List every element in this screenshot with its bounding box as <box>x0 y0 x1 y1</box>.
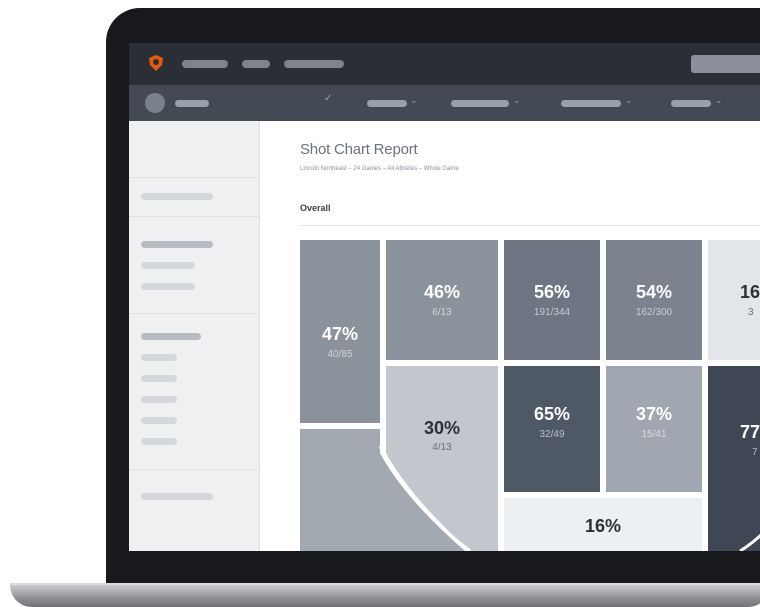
section-heading: Overall <box>300 203 331 213</box>
shot-zone-left-wing-three[interactable]: 30% 4/13 <box>386 366 498 496</box>
sidebar-item[interactable] <box>141 396 177 403</box>
sidebar-divider <box>129 469 259 470</box>
sidebar-item[interactable] <box>141 493 213 500</box>
section-divider <box>300 225 760 226</box>
sidebar-item[interactable] <box>141 283 195 290</box>
zone-made-attempted: 15/41 <box>641 429 667 440</box>
account-button[interactable] <box>691 55 760 73</box>
zone-percentage: 46% <box>423 282 461 302</box>
zone-percentage: 54% <box>635 282 673 302</box>
shot-zone-left-corner[interactable]: 47% 40/85 <box>300 240 380 423</box>
nav-item-2[interactable] <box>242 60 270 68</box>
sidebar-divider <box>129 216 259 217</box>
zone-made-attempted: 4/13 <box>432 442 452 453</box>
filter-dropdown-1[interactable] <box>367 100 407 107</box>
shot-zone-right-upper[interactable]: 16 3 <box>708 240 760 360</box>
chevron-down-icon[interactable]: ⌄ <box>715 95 723 106</box>
sidebar-divider <box>129 313 259 314</box>
zone-percentage: 30% <box>423 418 461 438</box>
sidebar <box>129 121 260 551</box>
filter-dropdown-3[interactable] <box>561 100 621 107</box>
page-title: Shot Chart Report <box>300 141 418 158</box>
zone-made-attempted: 6/13 <box>432 307 452 318</box>
shot-zone-right-lower[interactable]: 77 7 <box>708 366 760 551</box>
filter-dropdown-2[interactable] <box>451 100 509 107</box>
chevron-down-icon[interactable]: ⌄ <box>513 95 521 106</box>
team-name[interactable] <box>175 100 209 107</box>
zone-made-attempted: 32/49 <box>539 429 565 440</box>
nav-item-1[interactable] <box>182 60 228 68</box>
zone-percentage: 65% <box>533 404 571 424</box>
shot-chart: 47% 40/85 46% 6/13 56% 191/344 54% 162/3… <box>300 237 760 551</box>
shot-zone-top-key[interactable]: 54% 162/300 <box>606 240 702 360</box>
sidebar-item[interactable] <box>141 333 201 340</box>
chevron-down-icon[interactable]: ⌄ <box>410 95 418 106</box>
chevron-down-icon[interactable]: ⌄ <box>625 95 633 106</box>
sidebar-item[interactable] <box>141 438 177 445</box>
zone-made-attempted: 3 <box>748 307 754 318</box>
zone-percentage: 77 <box>740 422 760 442</box>
laptop-base <box>10 585 760 607</box>
check-icon[interactable]: ✓ <box>324 93 332 104</box>
nav-item-3[interactable] <box>284 60 344 68</box>
zone-percentage: 16% <box>584 516 622 536</box>
sidebar-item[interactable] <box>141 193 213 200</box>
zone-made-attempted: 162/300 <box>635 307 673 318</box>
laptop-screen: ✓ ⌄ ⌄ ⌄ ⌄ Shot Chart Report Lincoln Nort… <box>129 43 760 551</box>
shield-logo-icon[interactable] <box>147 54 165 72</box>
zone-percentage: 47% <box>321 324 359 344</box>
zone-made-attempted: 191/344 <box>533 307 571 318</box>
sidebar-item[interactable] <box>141 241 213 248</box>
sidebar-divider <box>129 177 259 178</box>
zone-percentage: 56% <box>533 282 571 302</box>
sidebar-item[interactable] <box>141 375 177 382</box>
zone-made-attempted: 7 <box>752 447 758 458</box>
top-navbar <box>129 43 760 85</box>
sidebar-item[interactable] <box>141 417 177 424</box>
shot-zone-paint-left[interactable]: 65% 32/49 <box>504 366 600 492</box>
shot-zone-restricted-area[interactable]: 16% <box>504 498 702 551</box>
filter-dropdown-4[interactable] <box>671 100 711 107</box>
report-filters-summary: Lincoln Northeast – 24 Games – All Athle… <box>300 166 459 172</box>
shot-zone-left-wing-upper[interactable]: 46% 6/13 <box>386 240 498 360</box>
sidebar-item[interactable] <box>141 262 195 269</box>
zone-made-attempted: 40/85 <box>327 349 353 360</box>
shot-zone-paint-right[interactable]: 37% 15/41 <box>606 366 702 492</box>
shot-zone-left-elbow[interactable]: 56% 191/344 <box>504 240 600 360</box>
sidebar-item[interactable] <box>141 354 177 361</box>
sub-navbar: ✓ ⌄ ⌄ ⌄ ⌄ <box>129 85 760 121</box>
zone-percentage: 37% <box>635 404 673 424</box>
avatar[interactable] <box>145 93 165 113</box>
zone-percentage: 16 <box>740 282 760 302</box>
